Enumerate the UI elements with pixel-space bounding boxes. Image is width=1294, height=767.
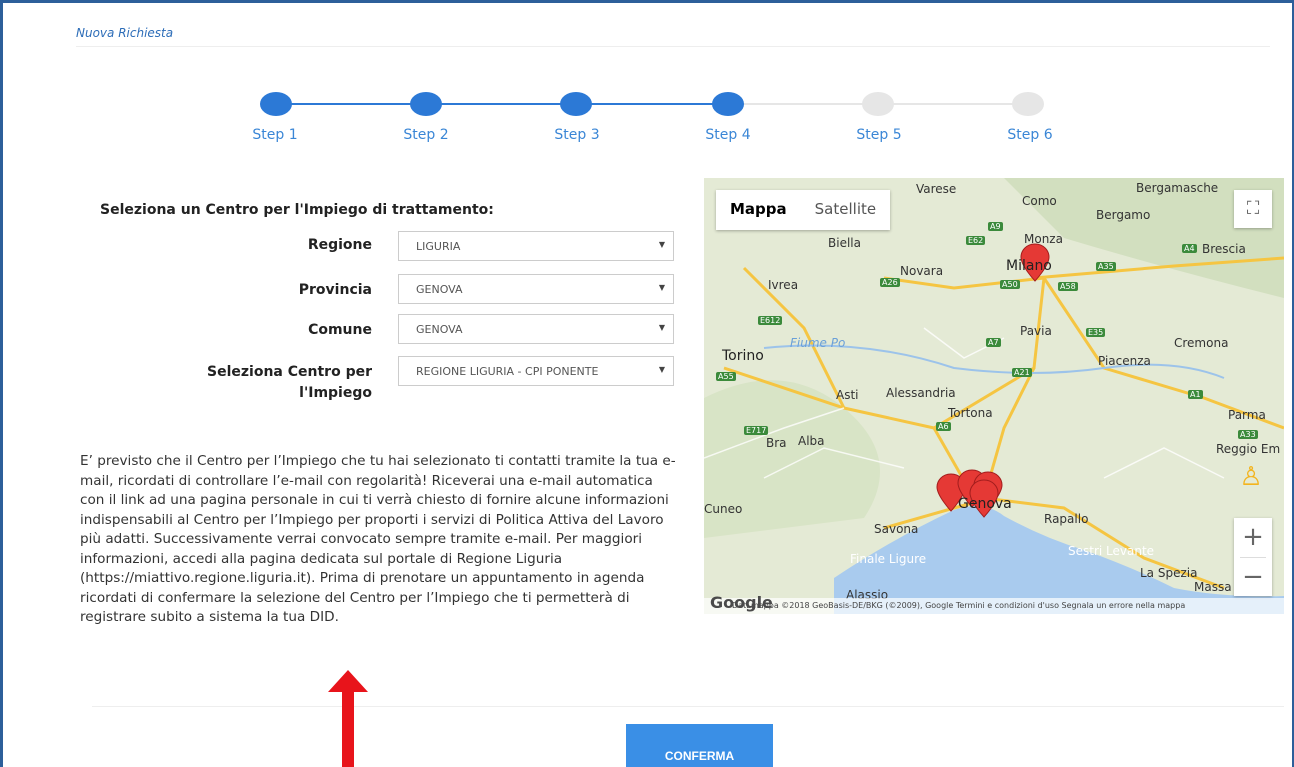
breadcrumb[interactable]: Nuova Richiesta	[76, 26, 173, 40]
confirm-button[interactable]: CONFERMA	[626, 724, 773, 767]
map-city-label: Ivrea	[768, 278, 799, 292]
regione-select-value: LIGURIA	[416, 240, 461, 253]
map-city-label: Finale Ligure	[850, 552, 927, 566]
provincia-label: Provincia	[298, 282, 372, 298]
comune-select[interactable]: GENOVA ▼	[398, 314, 674, 344]
header-divider	[76, 46, 1270, 47]
map-city-label: Sestri Levante	[1068, 544, 1155, 558]
road-shield: A26	[880, 278, 900, 287]
dropdown-arrow-icon: ▼	[658, 365, 665, 374]
map-city-label: Asti	[836, 388, 859, 402]
step-4-label: Step 4	[705, 127, 751, 143]
road-shield: A50	[1000, 280, 1020, 289]
stepper: Step 1 Step 2 Step 3 Step 4 Step 5 Step …	[0, 92, 1294, 152]
map-city-label: Parma	[1228, 408, 1266, 422]
dropdown-arrow-icon: ▼	[658, 283, 665, 292]
step-2-dot[interactable]	[410, 92, 442, 116]
map-type-control: Mappa Satellite	[716, 190, 891, 230]
footer-divider	[92, 706, 1284, 707]
map-city-label: Genova	[958, 496, 1012, 512]
map-city-label: Alba	[798, 434, 825, 448]
map-city-label: Cuneo	[704, 502, 743, 516]
road-shield: A7	[986, 338, 1001, 347]
road-shield: A1	[1188, 390, 1203, 399]
step-3-dot[interactable]	[560, 92, 592, 116]
step-connector	[576, 103, 726, 105]
zoom-in-button[interactable]: +	[1234, 518, 1272, 557]
zoom-control: + −	[1234, 518, 1272, 596]
provincia-select[interactable]: GENOVA ▼	[398, 274, 674, 304]
step-connector	[426, 103, 576, 105]
step-2-label: Step 2	[403, 127, 449, 143]
road-shield: A58	[1058, 282, 1078, 291]
comune-select-value: GENOVA	[416, 323, 463, 336]
provincia-select-value: GENOVA	[416, 283, 463, 296]
step-4-dot[interactable]	[712, 92, 744, 116]
step-6-dot	[1012, 92, 1044, 116]
dropdown-arrow-icon: ▼	[658, 240, 665, 249]
road-shield: A21	[1012, 368, 1032, 377]
dropdown-arrow-icon: ▼	[658, 323, 665, 332]
map-city-label: Bergamasche	[1136, 181, 1219, 195]
map-city-label: Milano	[1006, 258, 1052, 274]
red-arrow-icon	[328, 670, 368, 767]
road-shield: A4	[1182, 244, 1197, 253]
map-city-label: Alessandria	[886, 386, 956, 400]
road-shield: A55	[716, 372, 736, 381]
step-6-label: Step 6	[1007, 127, 1053, 143]
map-city-label: Reggio Em	[1216, 442, 1281, 456]
map-city-label: Fiume Po	[790, 336, 846, 350]
regione-select[interactable]: LIGURIA ▼	[398, 231, 674, 261]
centro-select[interactable]: REGIONE LIGURIA - CPI PONENTE ▼	[398, 356, 674, 386]
road-shield: E35	[1086, 328, 1106, 337]
step-1-dot[interactable]	[260, 92, 292, 116]
map-city-label: Massa	[1194, 580, 1232, 594]
step-5-dot	[862, 92, 894, 116]
map-city-label: Biella	[828, 236, 861, 250]
step-5-label: Step 5	[856, 127, 902, 143]
map-type-map-button[interactable]: Mappa	[716, 190, 801, 230]
info-paragraph: E’ previsto che il Centro per l’Impiego …	[80, 453, 676, 625]
map-view[interactable]: Varese Como Bergamasche Bergamo Biella M…	[704, 178, 1284, 614]
road-shield: E612	[758, 316, 783, 325]
map-city-label: Bra	[766, 436, 787, 450]
road-shield: E62	[966, 236, 986, 245]
step-connector	[876, 103, 1026, 105]
map-city-label: Piacenza	[1098, 354, 1151, 368]
road-shield: A35	[1096, 262, 1116, 271]
map-city-label: La Spezia	[1140, 566, 1198, 580]
road-shield: A6	[936, 422, 951, 431]
map-city-label: Cremona	[1174, 336, 1229, 350]
map-city-label: Brescia	[1202, 242, 1246, 256]
step-connector	[276, 103, 426, 105]
step-1-label: Step 1	[252, 127, 298, 143]
map-city-label: Varese	[916, 182, 957, 196]
map-attribution[interactable]: Dati mappa ©2018 GeoBasis-DE/BKG (©2009)…	[704, 598, 1284, 614]
map-city-label: Bergamo	[1096, 208, 1151, 222]
regione-label: Regione	[307, 237, 372, 253]
fullscreen-icon[interactable]: ⛶	[1234, 190, 1272, 228]
road-shield: A33	[1238, 430, 1258, 439]
street-view-pegman-icon[interactable]: ♙	[1238, 460, 1264, 494]
map-city-label: Novara	[900, 264, 944, 278]
map-city-label: Pavia	[1020, 324, 1052, 338]
map-city-label: Savona	[874, 522, 919, 536]
road-shield: E717	[744, 426, 769, 435]
step-3-label: Step 3	[554, 127, 600, 143]
map-city-label: Como	[1022, 194, 1057, 208]
map-city-label: Torino	[722, 348, 764, 364]
form-title: Seleziona un Centro per l'Impiego di tra…	[100, 202, 494, 218]
centro-label: Seleziona Centro per l'Impiego	[207, 364, 372, 401]
map-type-satellite-button[interactable]: Satellite	[801, 190, 890, 230]
comune-label: Comune	[308, 322, 372, 338]
centro-select-value: REGIONE LIGURIA - CPI PONENTE	[416, 365, 599, 378]
zoom-out-button[interactable]: −	[1234, 558, 1272, 597]
google-logo: Google	[710, 593, 773, 612]
map-city-label: Rapallo	[1044, 512, 1089, 526]
map-city-label: Monza	[1024, 232, 1063, 246]
road-shield: A9	[988, 222, 1003, 231]
step-connector	[726, 103, 876, 105]
map-city-label: Tortona	[948, 406, 993, 420]
